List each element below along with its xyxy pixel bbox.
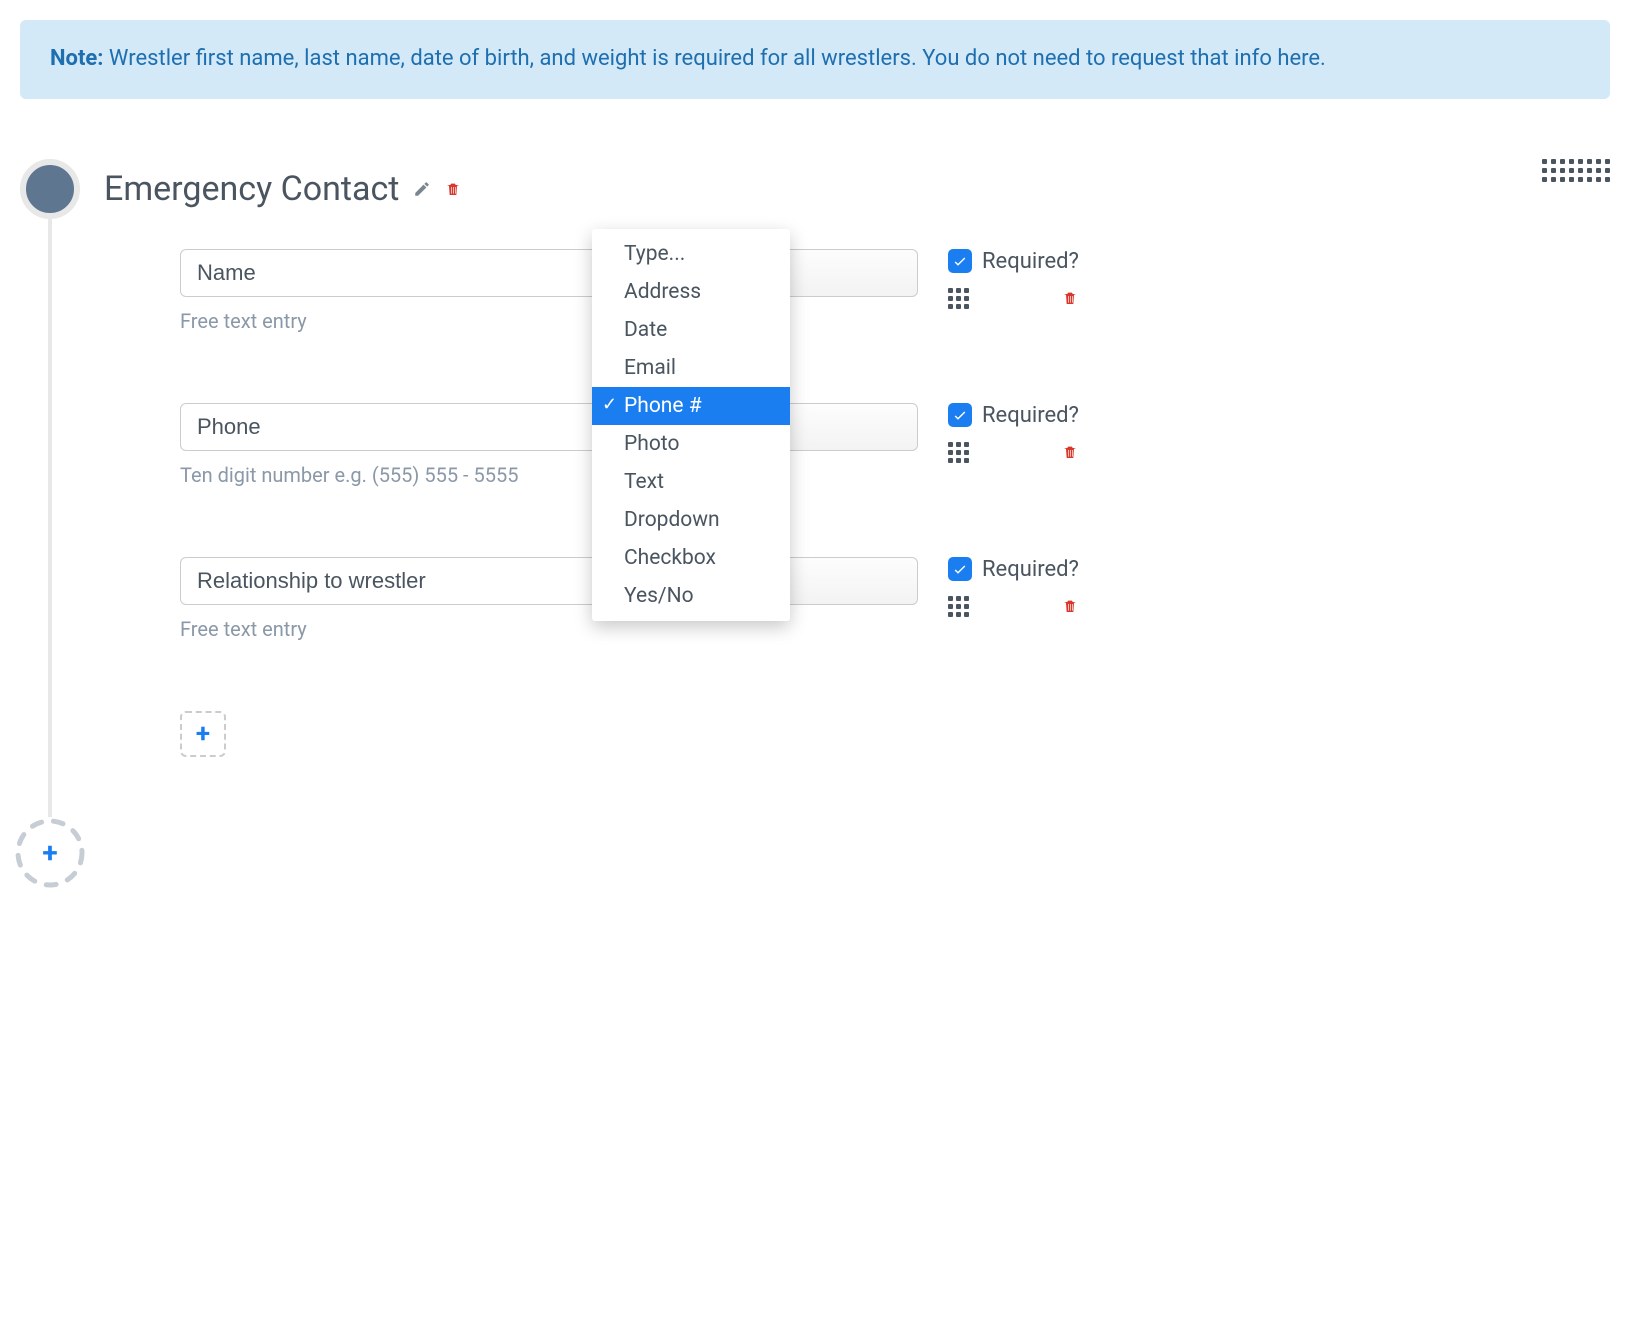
- delete-field-button[interactable]: [1062, 597, 1078, 615]
- field-drag-handle[interactable]: [948, 442, 969, 463]
- field-row: Ten digit number e.g. (555) 555 - 5555 R…: [180, 403, 1610, 487]
- type-option[interactable]: Photo: [592, 425, 790, 463]
- type-option[interactable]: Address: [592, 273, 790, 311]
- field-row: Free text entry Required?: [180, 557, 1610, 641]
- required-label: Required?: [982, 403, 1079, 428]
- field-drag-handle[interactable]: [948, 288, 969, 309]
- required-checkbox[interactable]: [948, 557, 972, 581]
- delete-field-button[interactable]: [1062, 289, 1078, 307]
- section-circle-icon: [20, 159, 80, 219]
- add-section-button[interactable]: +: [14, 817, 86, 889]
- required-label: Required?: [982, 249, 1079, 274]
- check-icon: [952, 253, 968, 269]
- add-field-button[interactable]: +: [180, 711, 226, 757]
- type-option[interactable]: Dropdown: [592, 501, 790, 539]
- plus-icon: +: [42, 836, 57, 869]
- trash-icon: [1062, 443, 1078, 461]
- check-icon: [952, 407, 968, 423]
- section-title: Emergency Contact: [104, 169, 399, 209]
- pencil-icon: [413, 180, 431, 198]
- section-header: Emergency Contact: [20, 159, 1610, 219]
- section-body: Free text entry Required?: [48, 219, 1610, 817]
- delete-section-button[interactable]: [445, 180, 461, 198]
- type-option[interactable]: Email: [592, 349, 790, 387]
- type-dropdown-menu[interactable]: Type...AddressDateEmailPhone #PhotoTextD…: [592, 229, 790, 621]
- type-option[interactable]: Phone #: [592, 387, 790, 425]
- required-label: Required?: [982, 557, 1079, 582]
- form-section: Emergency Contact Free text entry: [20, 159, 1610, 889]
- trash-icon: [1062, 597, 1078, 615]
- check-icon: [952, 561, 968, 577]
- note-text: Wrestler first name, last name, date of …: [103, 46, 1325, 71]
- section-drag-handle[interactable]: [1542, 159, 1610, 182]
- field-row: Free text entry Required?: [180, 249, 1610, 333]
- type-option[interactable]: Date: [592, 311, 790, 349]
- type-option[interactable]: Text: [592, 463, 790, 501]
- trash-icon: [1062, 289, 1078, 307]
- edit-section-button[interactable]: [413, 180, 431, 198]
- drag-handle-icon: [1542, 159, 1610, 182]
- info-banner: Note: Wrestler first name, last name, da…: [20, 20, 1610, 99]
- required-checkbox[interactable]: [948, 403, 972, 427]
- trash-icon: [445, 180, 461, 198]
- type-option[interactable]: Yes/No: [592, 577, 790, 615]
- note-label: Note:: [50, 46, 103, 71]
- type-option[interactable]: Checkbox: [592, 539, 790, 577]
- delete-field-button[interactable]: [1062, 443, 1078, 461]
- field-drag-handle[interactable]: [948, 596, 969, 617]
- required-checkbox[interactable]: [948, 249, 972, 273]
- type-option[interactable]: Type...: [592, 235, 790, 273]
- plus-icon: +: [196, 719, 210, 749]
